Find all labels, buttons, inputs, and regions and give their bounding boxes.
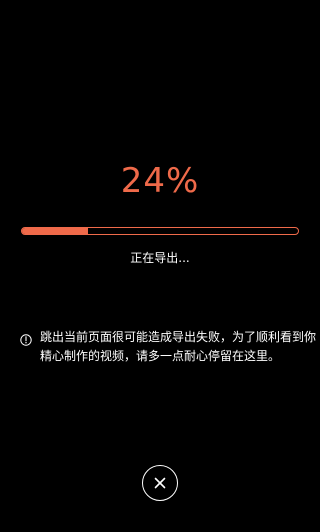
progress-bar (21, 227, 299, 235)
progress-percentage: 24% (120, 161, 200, 201)
info-circle-icon (20, 331, 32, 346)
close-icon (154, 474, 166, 493)
export-status-text: 正在导出... (130, 251, 190, 265)
progress-bar-fill (22, 228, 89, 234)
export-progress-screen: 24% 正在导出... 跳出当前页面很可能造成导出失败，为了顺利看到你精心制作的… (0, 0, 320, 532)
close-button[interactable] (142, 465, 178, 501)
warning-text: 跳出当前页面很可能造成导出失败，为了顺利看到你精心制作的视频，请多一点耐心停留在… (40, 330, 317, 363)
